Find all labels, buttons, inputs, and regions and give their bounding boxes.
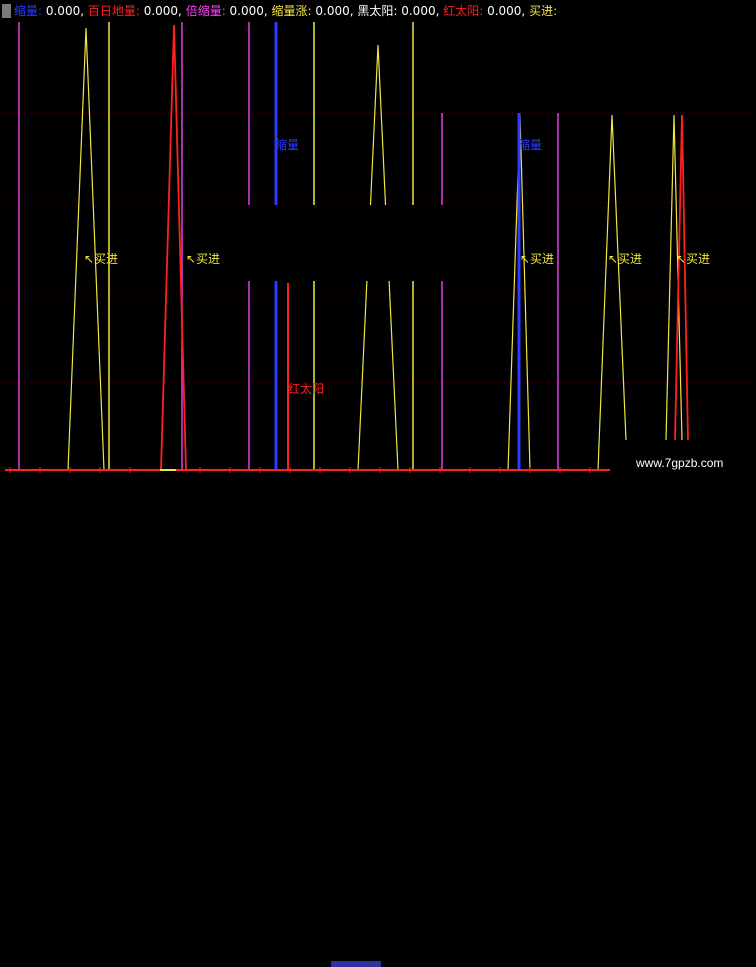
indicator-label: 红太阳: bbox=[443, 4, 484, 18]
indicator-label: 买进: bbox=[529, 4, 558, 18]
date-axis bbox=[0, 480, 756, 967]
indicator-value: 0.000, bbox=[42, 4, 88, 18]
indicator-value: 0.000, bbox=[311, 4, 358, 18]
indicator-label: 倍缩量: bbox=[185, 4, 226, 18]
shrink-label: 缩量 bbox=[518, 138, 543, 152]
red-sun-label: 红太阳 bbox=[288, 382, 325, 396]
indicator-value: 0.000, bbox=[397, 4, 444, 18]
indicator-label: 缩量: bbox=[14, 4, 43, 18]
indicator-header: 缩量: 0.000, 百日地量: 0.000, 倍缩量: 0.000, 缩量涨:… bbox=[0, 0, 756, 22]
indicator-label: 缩量涨: bbox=[271, 4, 312, 18]
buy-label: ↖买进 bbox=[520, 252, 555, 266]
indicator-chart[interactable] bbox=[0, 0, 756, 487]
indicator-menu-icon[interactable] bbox=[2, 4, 11, 18]
date-cursor bbox=[331, 961, 381, 967]
buy-label: ↖买进 bbox=[186, 252, 221, 266]
indicator-label: 黑太阳: bbox=[357, 4, 398, 18]
indicator-label: 百日地量: bbox=[87, 4, 140, 18]
shrink-label: 缩量 bbox=[275, 138, 300, 152]
yellow-spike bbox=[67, 27, 105, 471]
buy-label: ↖买进 bbox=[676, 252, 711, 266]
yellow-spike bbox=[665, 114, 683, 441]
buy-label: ↖买进 bbox=[608, 252, 643, 266]
indicator-value: 0.000, bbox=[483, 4, 530, 18]
indicator-value: 0.000, bbox=[225, 4, 272, 18]
watermark-text: www.7gpzb.com bbox=[636, 456, 724, 470]
indicator-value: 0.000, bbox=[139, 4, 186, 18]
red-spike bbox=[674, 114, 689, 441]
occluded-area bbox=[237, 205, 513, 281]
buy-label: ↖买进 bbox=[84, 252, 119, 266]
indicator-values: 缩量: 0.000, 百日地量: 0.000, 倍缩量: 0.000, 缩量涨:… bbox=[14, 3, 557, 19]
